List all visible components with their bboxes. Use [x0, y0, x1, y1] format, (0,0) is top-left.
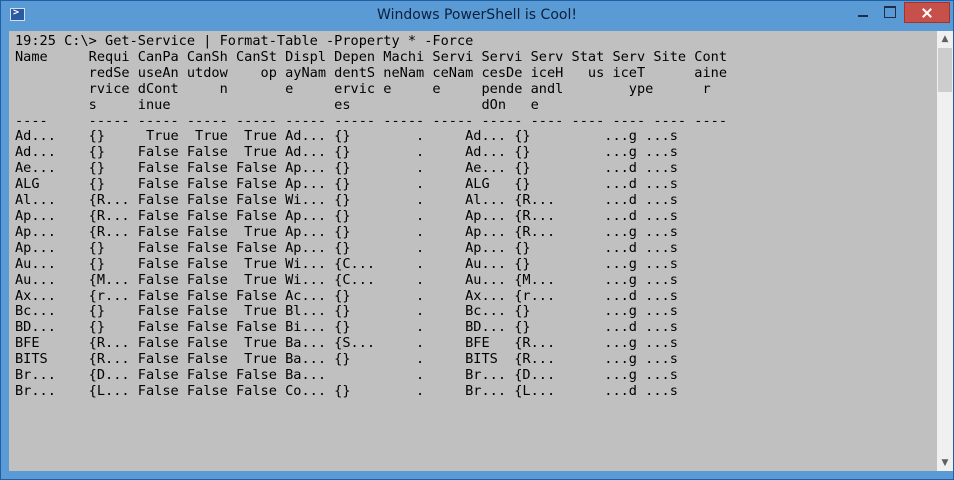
close-button[interactable]: [904, 2, 950, 23]
minimize-button[interactable]: [850, 2, 876, 22]
table-row: Ad... {} True True True Ad... {} . Ad...…: [15, 128, 678, 145]
console-text: 19:25 C:\> Get-Service | Format-Table -P…: [9, 31, 937, 400]
command-prompt-line: 19:25 C:\> Get-Service | Format-Table -P…: [15, 33, 474, 49]
table-row: Ae... {} False False False Ap... {} . Ae…: [15, 160, 678, 177]
table-row: Br... {D... False False False Ba... . Br…: [15, 367, 678, 384]
table-header-line: redSe useAn utdow op ayNam dentS neNam c…: [15, 64, 728, 81]
console-output[interactable]: 19:25 C:\> Get-Service | Format-Table -P…: [9, 31, 937, 471]
table-separator-line: ---- ----- ----- ----- ----- ----- -----…: [15, 112, 728, 129]
table-row: Al... {R... False False False Wi... {} .…: [15, 192, 678, 209]
table-row: Ap... {R... False False True Ap... {} . …: [15, 223, 678, 240]
table-header-line: Name Requi CanPa CanSh CanSt Displ Depen…: [15, 48, 728, 65]
chevron-down-icon[interactable]: ▼: [937, 455, 953, 471]
table-row: Ax... {r... False False False Ac... {} .…: [15, 287, 678, 304]
table-row: Au... {M... False False True Wi... {C...…: [15, 271, 678, 288]
table-row: Br... {L... False False False Co... {} .…: [15, 382, 678, 399]
scroll-thumb[interactable]: [938, 48, 952, 92]
table-row: Ad... {} False False True Ad... {} . Ad.…: [15, 144, 678, 161]
table-row: Bc... {} False False True Bl... {} . Bc.…: [15, 303, 678, 320]
table-row: BITS {R... False False True Ba... {} . B…: [15, 351, 678, 368]
table-header-line: rvice dCont n e ervic e e pende andl ype…: [15, 80, 711, 97]
chevron-up-icon[interactable]: ▲: [937, 31, 953, 47]
table-row: Ap... {} False False False Ap... {} . Ap…: [15, 239, 678, 256]
window-title: Windows PowerShell is Cool!: [377, 7, 577, 23]
powershell-window: > Windows PowerShell is Cool! 19:25 C:\>…: [0, 0, 954, 480]
table-row: Au... {} False False True Wi... {C... . …: [15, 255, 678, 272]
table-row: BD... {} False False False Bi... {} . BD…: [15, 319, 678, 336]
table-header-line: s inue es dOn e: [15, 96, 539, 113]
vertical-scrollbar[interactable]: ▲ ▼: [937, 31, 953, 471]
table-row: Ap... {R... False False False Ap... {} .…: [15, 207, 678, 224]
title-bar[interactable]: > Windows PowerShell is Cool!: [1, 1, 953, 31]
maximize-button[interactable]: [877, 2, 903, 22]
table-row: BFE {R... False False True Ba... {S... .…: [15, 335, 678, 352]
table-row: ALG {} False False False Ap... {} . ALG …: [15, 176, 678, 193]
